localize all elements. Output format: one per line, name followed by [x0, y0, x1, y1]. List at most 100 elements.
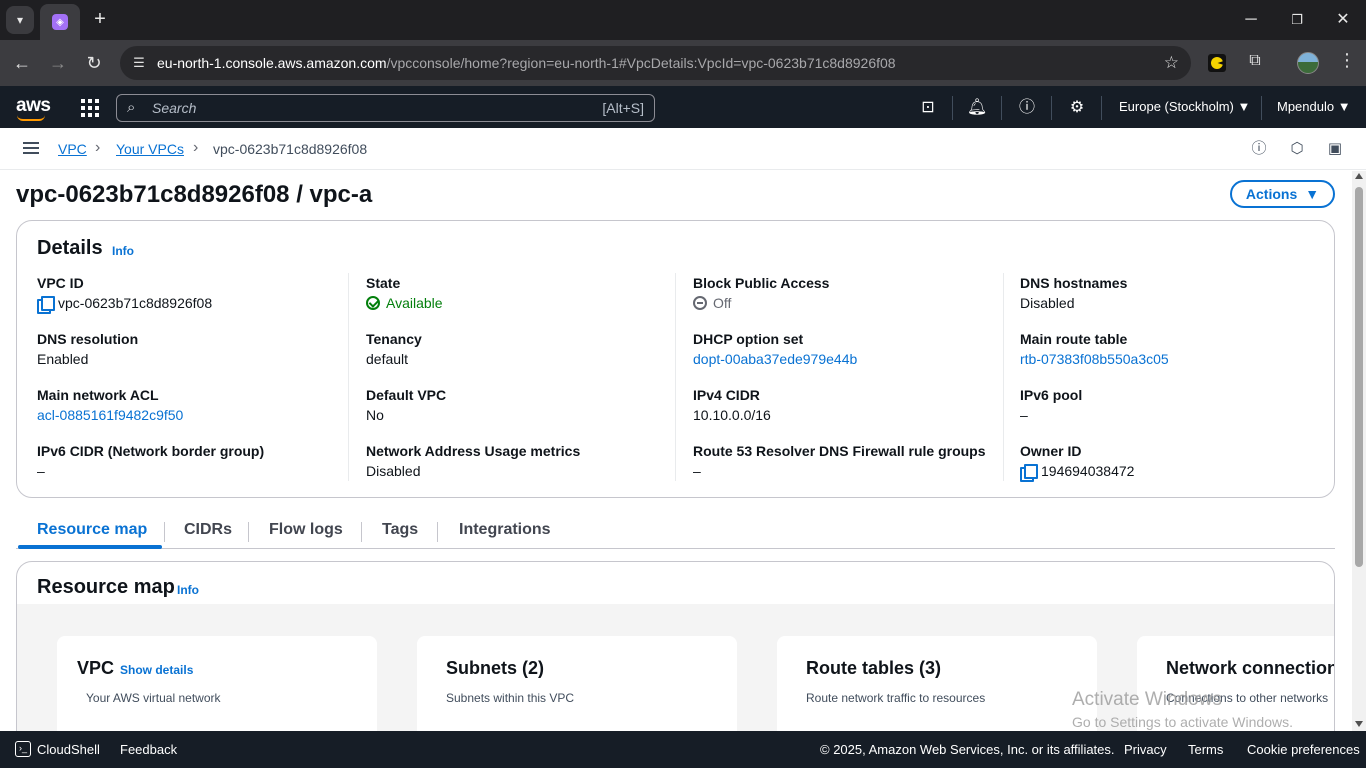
field-label: Route 53 Resolver DNS Firewall rule grou…	[693, 443, 986, 459]
profile-avatar[interactable]	[1297, 52, 1319, 74]
console-footer: ›_ CloudShell Feedback © 2025, Amazon We…	[0, 731, 1366, 768]
ipv6-pool-value: –	[1020, 407, 1028, 423]
field-label: DNS hostnames	[1020, 275, 1128, 291]
field-label: Tenancy	[366, 331, 422, 347]
card-title: Subnets (2)	[446, 658, 545, 678]
nau-metrics-value: Disabled	[366, 463, 421, 479]
resource-map-info-link[interactable]: Info	[177, 583, 199, 597]
search-shortcut: [Alt+S]	[602, 100, 644, 116]
account-menu[interactable]: Mpendulo ▼	[1277, 99, 1351, 114]
field-label: Block Public Access	[693, 275, 830, 291]
tab-tags[interactable]: Tags	[382, 521, 418, 539]
field-label: Network Address Usage metrics	[366, 443, 581, 459]
notifications-bell-icon[interactable]: 🔔︎	[966, 97, 988, 119]
tab-divider	[361, 522, 362, 542]
new-tab-icon[interactable]: +	[88, 8, 112, 32]
card-title: Network connection	[1166, 658, 1335, 678]
nav-divider	[1001, 96, 1002, 120]
scroll-down-arrow-icon[interactable]	[1355, 721, 1363, 727]
settings-gear-icon[interactable]: ⚙	[1066, 97, 1088, 119]
breadcrumb-your-vpcs[interactable]: Your VPCs	[116, 141, 184, 157]
field-dns-resolution: DNS resolution Enabled	[37, 329, 347, 385]
close-window-icon[interactable]: ✕	[1328, 8, 1358, 32]
terms-link[interactable]: Terms	[1188, 742, 1223, 757]
cloudshell-link[interactable]: CloudShell	[37, 742, 100, 757]
details-column-4: DNS hostnames Disabled Main route table …	[1020, 273, 1330, 497]
back-icon[interactable]: ←	[10, 51, 34, 75]
feedback-screen-icon[interactable]: ▣	[1326, 140, 1344, 158]
tab-search-dropdown-icon[interactable]: ▾	[6, 6, 34, 34]
extensions-puzzle-icon[interactable]: ⧉	[1245, 52, 1265, 72]
copy-icon[interactable]	[1020, 463, 1038, 482]
tab-integrations[interactable]: Integrations	[459, 521, 551, 539]
vpc-id-value: vpc-0623b71c8d8926f08	[58, 295, 213, 311]
reload-icon[interactable]: ↻	[82, 51, 106, 75]
extension-pacman-icon[interactable]	[1208, 54, 1226, 72]
details-column-3: Block Public Access Off DHCP option set …	[693, 273, 1003, 497]
actions-button[interactable]: Actions ▼	[1230, 180, 1335, 208]
privacy-link[interactable]: Privacy	[1124, 742, 1167, 757]
site-info-icon[interactable]: ☰	[130, 54, 148, 72]
off-icon	[693, 296, 707, 310]
tab-cidrs[interactable]: CIDRs	[184, 521, 232, 539]
page-scrollbar[interactable]	[1352, 171, 1366, 731]
card-subtitle: Your AWS virtual network	[86, 691, 221, 705]
scroll-up-arrow-icon[interactable]	[1355, 173, 1363, 179]
info-panel-icon[interactable]: ⓘ	[1250, 140, 1268, 158]
tab-resource-map[interactable]: Resource map	[37, 521, 147, 539]
ipv4-cidr-value: 10.10.0.0/16	[693, 407, 771, 423]
field-route53-firewall: Route 53 Resolver DNS Firewall rule grou…	[693, 441, 1003, 497]
search-input[interactable]: ⌕ Search [Alt+S]	[116, 94, 655, 122]
forward-icon[interactable]: →	[46, 51, 70, 75]
field-state: State Available	[366, 273, 676, 329]
ipv6-cidr-value: –	[37, 463, 45, 479]
show-details-link[interactable]: Show details	[120, 663, 193, 677]
main-route-table-link[interactable]: rtb-07383f08b550a3c05	[1020, 349, 1330, 369]
tab-flow-logs[interactable]: Flow logs	[269, 521, 343, 539]
cloudshell-footer-icon: ›_	[15, 741, 31, 757]
tenancy-value: default	[366, 351, 409, 367]
field-owner-id: Owner ID 194694038472	[1020, 441, 1330, 497]
nav-divider	[1051, 96, 1052, 120]
copy-icon[interactable]	[37, 295, 55, 314]
url-text: eu-north-1.console.aws.amazon.com/vpccon…	[157, 55, 896, 71]
active-tab-indicator	[18, 545, 162, 549]
resource-card-route-tables: Route tables (3) Route network traffic t…	[777, 636, 1097, 731]
field-label: Default VPC	[366, 387, 447, 403]
services-grid-icon[interactable]	[81, 99, 99, 117]
aws-logo[interactable]: aws	[16, 95, 51, 117]
details-title: Details	[37, 237, 103, 259]
browser-tab-active[interactable]: ◈	[40, 4, 80, 40]
amazon-q-icon[interactable]: ⬡	[1288, 140, 1306, 158]
field-label: State	[366, 275, 401, 291]
card-title: VPC	[77, 658, 115, 678]
browser-tab-bar: ▾ ◈ + ─ ❐ ✕	[0, 0, 1366, 40]
dns-resolution-value: Enabled	[37, 351, 89, 367]
details-panel: Details Info VPC ID vpc-0623b71c8d8926f0…	[16, 220, 1335, 498]
page-title: vpc-0623b71c8d8926f08 / vpc-a	[16, 181, 373, 208]
field-label: Main network ACL	[37, 387, 159, 403]
field-block-public-access: Block Public Access Off	[693, 273, 1003, 329]
breadcrumb-vpc[interactable]: VPC	[58, 141, 87, 157]
main-network-acl-link[interactable]: acl-0885161f9482c9f50	[37, 405, 347, 425]
dhcp-option-set-link[interactable]: dopt-00aba37ede979e44b	[693, 349, 1003, 369]
help-icon[interactable]: ⓘ	[1016, 97, 1038, 119]
details-info-link[interactable]: Info	[112, 244, 134, 258]
cloudshell-icon[interactable]: ⊡	[917, 97, 939, 119]
details-tabs: Resource map CIDRs Flow logs Tags Integr…	[16, 514, 1335, 549]
block-public-access-value: Off	[713, 295, 732, 311]
scroll-thumb[interactable]	[1355, 187, 1363, 567]
search-icon: ⌕	[127, 99, 136, 116]
side-nav-menu-icon[interactable]	[23, 142, 39, 154]
restore-icon[interactable]: ❐	[1282, 8, 1312, 32]
feedback-link[interactable]: Feedback	[120, 742, 177, 757]
minimize-icon[interactable]: ─	[1236, 8, 1266, 32]
region-selector[interactable]: Europe (Stockholm) ▼	[1119, 99, 1250, 114]
cookie-preferences-link[interactable]: Cookie preferences	[1247, 742, 1360, 757]
browser-menu-icon[interactable]: ⋮	[1338, 50, 1356, 71]
address-bar[interactable]: ☰ eu-north-1.console.aws.amazon.com/vpcc…	[120, 46, 1191, 80]
field-vpc-id: VPC ID vpc-0623b71c8d8926f08	[37, 273, 347, 329]
card-subtitle: Route network traffic to resources	[806, 691, 986, 705]
bookmark-star-icon[interactable]: ☆	[1164, 53, 1179, 73]
resource-card-vpc: VPC Show details Your AWS virtual network	[57, 636, 377, 731]
